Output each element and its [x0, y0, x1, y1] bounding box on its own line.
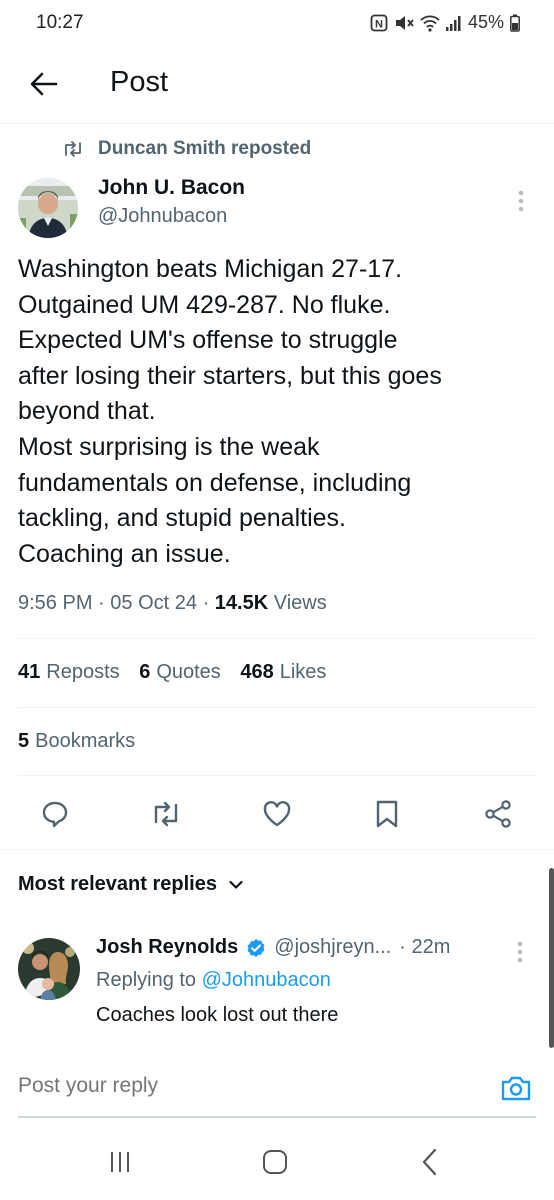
engagement-stats: 41 Reposts 6 Quotes 468 Likes [18, 661, 340, 684]
reply-time[interactable]: · 22m [399, 936, 450, 959]
replying-to-prefix: Replying to [96, 969, 197, 991]
reply-more-button[interactable] [508, 938, 532, 966]
app-header: Post [0, 48, 554, 124]
author-handle[interactable]: @Johnubacon [98, 205, 227, 228]
battery-percent: 45% [467, 12, 504, 32]
status-icons: N 45% [370, 12, 520, 33]
bookmarks-label: Bookmarks [35, 730, 136, 752]
more-vertical-icon [518, 190, 524, 212]
divider [0, 849, 554, 850]
nfc-icon: N [370, 14, 388, 32]
status-time: 10:27 [36, 12, 84, 33]
camera-icon [501, 1076, 531, 1101]
views-count[interactable]: 14.5K [215, 592, 268, 614]
heart-icon [263, 801, 291, 827]
reply-input[interactable] [18, 1074, 438, 1098]
bookmark-icon [376, 800, 398, 828]
wifi-icon [420, 14, 440, 32]
tweet-date[interactable]: 05 Oct 24 [110, 592, 197, 614]
scrollbar[interactable] [549, 868, 554, 1048]
signal-icon [445, 14, 462, 32]
tweet-text: Washington beats Michigan 27-17. Outgain… [18, 252, 538, 572]
replying-to: Replying to @Johnubacon [96, 969, 331, 992]
quotes-stat[interactable]: 6 Quotes [139, 661, 221, 684]
back-button[interactable] [22, 64, 66, 104]
system-nav-bar [0, 1124, 554, 1200]
system-back-button[interactable] [410, 1146, 450, 1178]
replying-to-link[interactable]: @Johnubacon [202, 969, 331, 991]
tweet-line: beyond that. [18, 397, 156, 426]
more-vertical-icon [517, 941, 523, 963]
camera-button[interactable] [498, 1070, 534, 1106]
chevron-down-icon [229, 880, 243, 889]
home-icon [263, 1150, 287, 1174]
divider [18, 707, 536, 708]
quotes-label: Quotes [156, 661, 221, 683]
composer-underline [18, 1116, 536, 1118]
bookmarks-count: 5 [18, 730, 30, 752]
home-button[interactable] [255, 1146, 295, 1178]
tweet-meta: 9:56 PM · 05 Oct 24 · 14.5K Views [18, 592, 327, 615]
tweet-author: John U. Bacon @Johnubacon [18, 174, 536, 240]
reply-button[interactable] [35, 794, 75, 834]
reply-composer [0, 1050, 554, 1120]
reply-header: Josh Reynolds @joshjreyn... · 22m [96, 936, 450, 959]
repost-context[interactable]: Duncan Smith reposted [62, 138, 311, 160]
tweet-line: Most surprising is the weak [18, 432, 320, 461]
meta-separator: · [98, 592, 105, 614]
reply-author-name[interactable]: Josh Reynolds [96, 936, 238, 959]
avatar[interactable] [18, 178, 78, 238]
recent-apps-button[interactable] [100, 1146, 140, 1178]
mute-icon [394, 14, 414, 32]
likes-stat[interactable]: 468 Likes [240, 661, 326, 684]
quotes-count: 6 [139, 661, 151, 683]
share-icon [485, 800, 511, 828]
tweet-line: after losing their starters, but this go… [18, 361, 442, 390]
replies-sort-dropdown[interactable]: Most relevant replies [18, 873, 243, 896]
views-label[interactable]: Views [274, 592, 327, 614]
repost-label: Duncan Smith reposted [98, 138, 312, 159]
tweet-actions [0, 790, 554, 836]
reposts-label: Reposts [46, 661, 120, 683]
tweet-line: tackling, and stupid penalties. [18, 504, 346, 533]
like-button[interactable] [257, 794, 297, 834]
tweet-line: Expected UM's offense to struggle [18, 326, 398, 355]
repost-icon [154, 801, 178, 827]
back-icon [422, 1148, 437, 1176]
divider [18, 638, 536, 639]
reply-item[interactable]: Josh Reynolds @joshjreyn... · 22m Replyi… [18, 936, 536, 1046]
reply-icon [42, 801, 68, 828]
author-name[interactable]: John U. Bacon [98, 176, 245, 200]
battery-icon [510, 14, 520, 32]
recent-apps-icon [111, 1152, 129, 1172]
meta-separator: · [202, 592, 210, 614]
likes-count: 468 [240, 661, 274, 683]
tweet-line: Washington beats Michigan 27-17. [18, 255, 403, 283]
tweet-line: fundamentals on defense, including [18, 468, 412, 497]
page-title: Post [110, 66, 169, 98]
share-button[interactable] [478, 794, 518, 834]
tweet-time[interactable]: 9:56 PM [18, 592, 92, 614]
repost-button[interactable] [146, 794, 186, 834]
more-options-button[interactable] [506, 186, 536, 216]
bookmarks-stat[interactable]: 5 Bookmarks [18, 730, 135, 753]
tweet-line: Outgained UM 429-287. No fluke. [18, 290, 391, 319]
reposts-count: 41 [18, 661, 41, 683]
reply-author-handle[interactable]: @joshjreyn... [274, 936, 391, 959]
reply-avatar[interactable] [18, 938, 80, 1000]
divider [18, 775, 536, 776]
status-bar: 10:27 N 45% [0, 0, 554, 48]
tweet-line: Coaching an issue. [18, 539, 231, 568]
likes-label: Likes [279, 661, 327, 683]
repost-icon [65, 141, 81, 157]
arrow-left-icon [30, 72, 58, 96]
svg-text:N: N [375, 18, 383, 30]
reply-text: Coaches look lost out there [96, 1004, 339, 1026]
replies-sort-label: Most relevant replies [18, 873, 217, 895]
bookmark-button[interactable] [367, 794, 407, 834]
reposts-stat[interactable]: 41 Reposts [18, 661, 120, 684]
verified-badge-icon [247, 938, 265, 957]
